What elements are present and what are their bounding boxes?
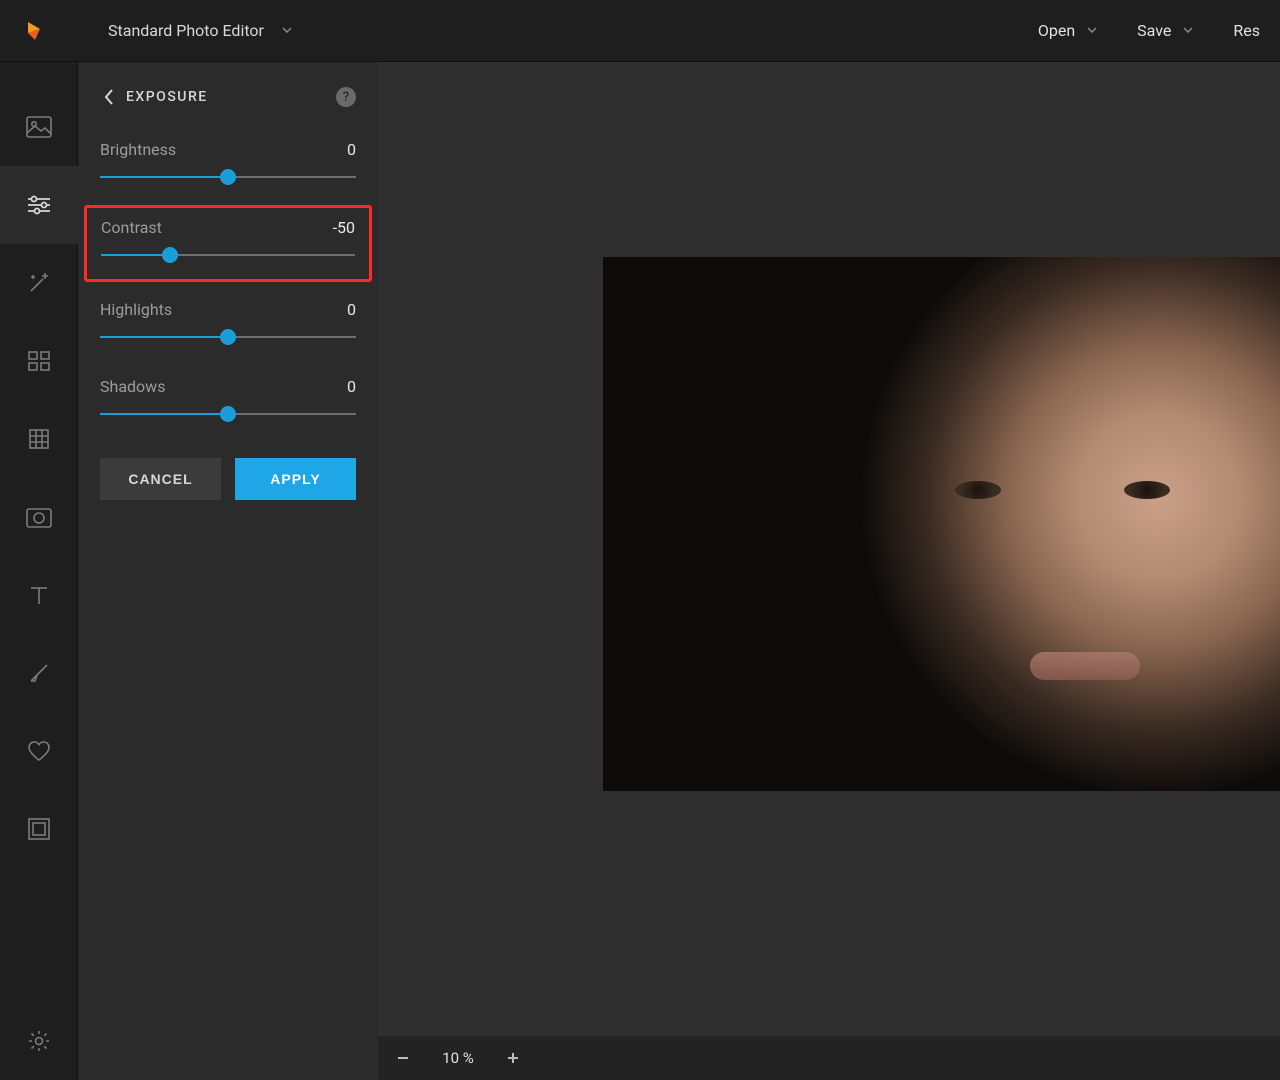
reset-button[interactable]: Res	[1233, 21, 1260, 40]
slider-thumb[interactable]	[220, 406, 236, 422]
slider-value: -50	[333, 218, 355, 237]
slider-shadows: Shadows 0	[78, 365, 378, 442]
save-menu[interactable]: Save	[1137, 21, 1193, 40]
open-menu[interactable]: Open	[1038, 21, 1097, 40]
help-icon[interactable]: ?	[336, 87, 356, 107]
tool-text[interactable]	[0, 556, 78, 634]
photo-preview	[603, 257, 1280, 791]
zoom-in-button[interactable]	[500, 1045, 526, 1071]
apply-button[interactable]: APPLY	[235, 458, 356, 500]
canvas-area: 10 %	[378, 62, 1280, 1080]
slider-label: Shadows	[100, 377, 165, 396]
reset-label: Res	[1233, 21, 1260, 40]
tool-image[interactable]	[0, 88, 78, 166]
slider-brightness: Brightness 0	[78, 128, 378, 205]
panel-title: EXPOSURE	[126, 89, 208, 105]
tool-magic[interactable]	[0, 244, 78, 322]
image-canvas[interactable]	[378, 62, 1280, 1036]
tool-settings[interactable]	[0, 1002, 78, 1080]
photo-detail	[1030, 652, 1140, 680]
zoom-bar: 10 %	[378, 1036, 1280, 1080]
slider-thumb[interactable]	[162, 247, 178, 263]
zoom-value: 10 %	[434, 1049, 482, 1067]
chevron-down-icon	[1087, 25, 1097, 36]
slider-track[interactable]	[100, 406, 356, 422]
cancel-button[interactable]: CANCEL	[100, 458, 221, 500]
exposure-panel: EXPOSURE ? Brightness 0 Contrast -50 Highlig…	[78, 62, 378, 1080]
tool-rail	[0, 62, 78, 1080]
chevron-down-icon	[282, 25, 292, 36]
photo-detail	[955, 481, 1001, 499]
app-mode-label: Standard Photo Editor	[108, 21, 264, 40]
slider-highlights: Highlights 0	[78, 288, 378, 365]
slider-track[interactable]	[100, 169, 356, 185]
slider-value: 0	[347, 300, 356, 319]
chevron-down-icon	[1183, 25, 1193, 36]
tool-brush[interactable]	[0, 634, 78, 712]
slider-thumb[interactable]	[220, 329, 236, 345]
photo-detail	[1124, 481, 1170, 499]
tool-favorite[interactable]	[0, 712, 78, 790]
zoom-out-button[interactable]	[390, 1045, 416, 1071]
slider-track[interactable]	[101, 247, 355, 263]
slider-value: 0	[347, 140, 356, 159]
slider-contrast: Contrast -50	[84, 205, 372, 282]
slider-thumb[interactable]	[220, 169, 236, 185]
slider-label: Contrast	[101, 218, 162, 237]
slider-label: Brightness	[100, 140, 176, 159]
tool-grid[interactable]	[0, 322, 78, 400]
tool-camera[interactable]	[0, 478, 78, 556]
tool-adjust[interactable]	[0, 166, 78, 244]
slider-track[interactable]	[100, 329, 356, 345]
save-label: Save	[1137, 21, 1171, 40]
slider-label: Highlights	[100, 300, 172, 319]
app-mode-dropdown[interactable]: Standard Photo Editor	[108, 21, 292, 40]
app-logo	[20, 17, 48, 45]
tool-crop[interactable]	[0, 400, 78, 478]
open-label: Open	[1038, 21, 1075, 40]
back-button[interactable]	[98, 86, 120, 108]
slider-value: 0	[347, 377, 356, 396]
tool-frame[interactable]	[0, 790, 78, 868]
top-bar: Standard Photo Editor Open Save Res	[0, 0, 1280, 62]
